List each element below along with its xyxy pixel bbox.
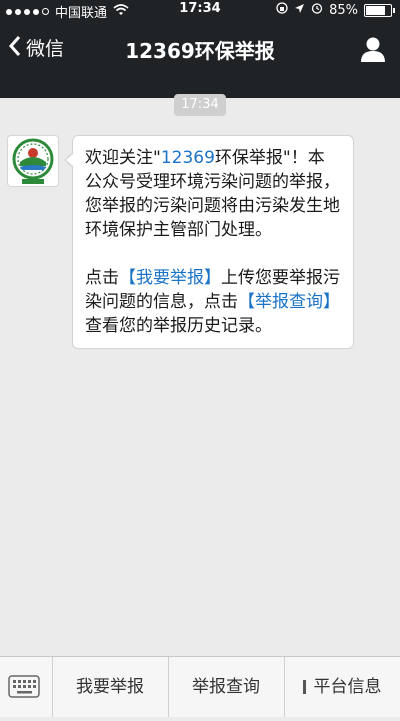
battery-icon xyxy=(364,3,395,17)
keyboard-toggle-button[interactable] xyxy=(0,657,53,717)
submenu-icon xyxy=(302,680,306,694)
rotation-lock-icon xyxy=(276,2,288,18)
menu-platform-info-label: 平台信息 xyxy=(313,677,382,697)
message-paragraph-2: 点击【我要举报】上传您要举报污染问题的信息，点击【举报查询】查看您的举报历史记录… xyxy=(85,266,341,338)
title-bar: 中国联通 17:34 85% 微信 12369环保举报 xyxy=(0,0,400,98)
query-link[interactable]: 【举报查询】 xyxy=(238,292,340,312)
location-icon xyxy=(294,3,305,18)
official-account-avatar[interactable] xyxy=(7,135,59,187)
message-text: 点击 xyxy=(85,268,119,288)
person-icon xyxy=(361,37,385,62)
environmental-emblem-icon xyxy=(12,138,54,184)
message-timestamp: 17:34 xyxy=(174,94,226,116)
menu-query-button[interactable]: 举报查询 xyxy=(168,657,285,717)
bottom-menu-bar: 我要举报 举报查询 平台信息 xyxy=(0,656,400,717)
menu-report-button[interactable]: 我要举报 xyxy=(52,657,169,717)
profile-button[interactable] xyxy=(358,34,388,64)
message-text: 查看您的举报历史记录。 xyxy=(85,316,272,336)
alarm-icon xyxy=(311,2,323,18)
status-bar: 中国联通 17:34 85% xyxy=(0,0,400,21)
report-link[interactable]: 【我要举报】 xyxy=(119,268,221,288)
page-title: 12369环保举报 xyxy=(125,39,275,63)
hotline-link[interactable]: 12369 xyxy=(161,148,215,168)
welcome-message-bubble: 欢迎关注"12369环保举报"！本公众号受理环境污染问题的举报，您举报的污染问题… xyxy=(64,135,354,349)
battery-percent: 85% xyxy=(329,2,358,18)
menu-platform-info-button[interactable]: 平台信息 xyxy=(284,657,400,717)
message-paragraph-1: 欢迎关注"12369环保举报"！本公众号受理环境污染问题的举报，您举报的污染问题… xyxy=(85,146,341,242)
nav-bar: 微信 12369环保举报 xyxy=(0,22,400,76)
keyboard-icon xyxy=(8,675,40,698)
message-text: 欢迎关注" xyxy=(85,148,161,168)
status-right: 85% xyxy=(276,2,395,18)
